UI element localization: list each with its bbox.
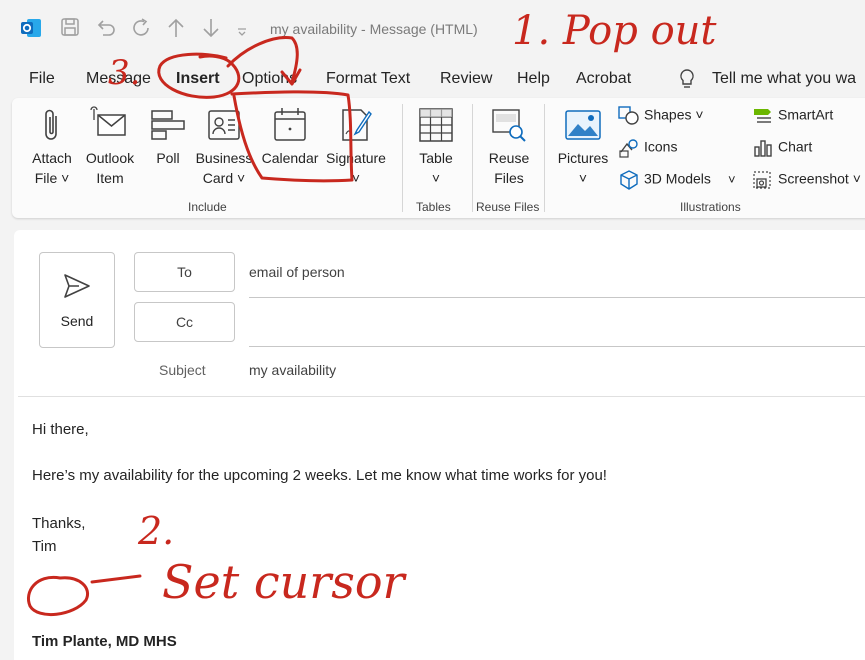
outlook-item-label-1: Outlook [85, 150, 135, 166]
tell-me-search[interactable]: Tell me what you wa [712, 70, 856, 88]
smartart-button[interactable]: SmartArt [752, 106, 833, 126]
screenshot-label: Screenshot ˅ [778, 170, 861, 187]
window-title: my availability - Message (HTML) [270, 21, 478, 37]
table-button[interactable]: Table ˅ [410, 106, 462, 188]
body-name[interactable]: Tim [32, 538, 56, 555]
group-label-reuse-files: Reuse Files [476, 200, 540, 214]
ribbon-separator [472, 104, 473, 212]
3d-models-label: 3D Models [644, 170, 711, 187]
icons-icon [619, 139, 638, 158]
pictures-button[interactable]: Pictures ˅ [552, 106, 614, 188]
title-bar: my availability - Message (HTML) [0, 0, 865, 58]
shapes-button[interactable]: Shapes ˅ [618, 106, 704, 126]
body-greeting[interactable]: Hi there, [32, 421, 89, 438]
cc-field-underline [249, 346, 865, 347]
reuse-files-icon [492, 109, 526, 142]
pictures-label-1: Pictures [557, 150, 609, 166]
tab-insert[interactable]: Insert [176, 70, 220, 88]
screenshot-button[interactable]: Screenshot ˅ [752, 170, 861, 190]
table-label-2: ˅ [431, 170, 441, 186]
tab-message[interactable]: Message [86, 70, 151, 88]
subject-input[interactable]: my availability [249, 362, 336, 378]
chart-label: Chart [778, 138, 813, 155]
attach-file-label-1: Attach [32, 150, 72, 166]
calendar-label: Calendar [261, 150, 319, 166]
cc-button[interactable]: Cc [134, 302, 235, 342]
calendar-button[interactable]: Calendar [258, 106, 322, 168]
signature-label-2: ˅ [351, 170, 361, 186]
chart-icon [754, 140, 772, 157]
subject-label: Subject [159, 362, 206, 378]
ribbon-tabs: File Message Insert Options Format Text … [0, 62, 865, 96]
outlook-item-button[interactable]: Outlook Item [80, 106, 140, 188]
outlook-logo-icon [20, 17, 42, 44]
header-body-divider [18, 396, 865, 397]
reuse-files-label-1: Reuse [488, 150, 530, 166]
group-label-illustrations: Illustrations [680, 200, 741, 214]
lightbulb-icon [678, 68, 696, 95]
pictures-label-2: ˅ [578, 170, 588, 186]
signature-icon [342, 109, 372, 141]
cube-icon [620, 170, 638, 190]
table-label-1: Table [419, 150, 453, 166]
business-card-button[interactable]: Business Card ˅ [194, 106, 254, 188]
group-label-include: Include [188, 200, 227, 214]
tab-acrobat[interactable]: Acrobat [576, 70, 631, 88]
signature-name[interactable]: Tim Plante, MD MHS [32, 633, 177, 650]
smartart-icon [754, 109, 771, 123]
icons-label: Icons [644, 138, 678, 155]
paperclip-icon [45, 109, 57, 140]
tab-format-text[interactable]: Format Text [326, 70, 410, 88]
ribbon-separator [402, 104, 403, 212]
signature-label-1: Signature [326, 150, 386, 166]
icons-button[interactable]: Icons [618, 138, 677, 158]
chart-button[interactable]: Chart [752, 138, 812, 158]
body-line[interactable]: Here’s my availability for the upcoming … [32, 467, 607, 484]
attach-file-label-2: File ˅ [34, 170, 70, 186]
tab-file[interactable]: File [29, 70, 55, 88]
poll-label: Poll [156, 150, 180, 166]
arrow-up-icon[interactable] [166, 17, 186, 44]
screenshot-icon [753, 171, 771, 189]
3d-models-button[interactable]: 3D Models [618, 170, 711, 190]
to-button[interactable]: To [134, 252, 235, 292]
mail-item-icon [90, 106, 126, 136]
body-thanks[interactable]: Thanks, [32, 515, 85, 532]
ribbon-insert: Attach File ˅ Outlook Item Poll Business… [12, 98, 865, 218]
arrow-down-icon[interactable] [201, 17, 221, 44]
customize-toolbar-chevron-icon[interactable] [236, 24, 248, 42]
attach-file-button[interactable]: Attach File ˅ [26, 106, 78, 188]
picture-icon [565, 110, 601, 140]
poll-icon [151, 110, 185, 140]
tab-options[interactable]: Options [242, 70, 297, 88]
reuse-files-label-2: Files [494, 170, 524, 186]
save-icon[interactable] [60, 17, 80, 42]
business-card-label-1: Business [195, 150, 253, 166]
shapes-icon [618, 106, 639, 125]
3d-models-dropdown[interactable]: ˅ [728, 172, 736, 187]
to-field-underline [249, 297, 865, 298]
table-icon [419, 108, 453, 142]
business-card-icon [208, 110, 240, 140]
poll-button[interactable]: Poll [146, 106, 190, 168]
to-input[interactable]: email of person [249, 264, 345, 280]
shapes-label: Shapes ˅ [644, 106, 704, 123]
tab-help[interactable]: Help [517, 70, 550, 88]
send-button[interactable]: Send [39, 252, 115, 348]
business-card-label-2: Card ˅ [202, 170, 246, 186]
reuse-files-button[interactable]: Reuse Files [480, 106, 538, 188]
smartart-label: SmartArt [778, 106, 834, 123]
redo-icon[interactable] [130, 17, 152, 44]
outlook-item-label-2: Item [96, 170, 124, 186]
calendar-icon [274, 108, 306, 141]
send-label: Send [60, 313, 94, 329]
compose-pane: Send To email of person Cc Subject my av… [14, 230, 865, 660]
send-icon [64, 274, 90, 298]
signature-button[interactable]: Signature ˅ [324, 106, 388, 188]
tab-review[interactable]: Review [440, 70, 492, 88]
ribbon-separator [544, 104, 545, 212]
undo-icon[interactable] [96, 17, 118, 44]
group-label-tables: Tables [416, 200, 451, 214]
